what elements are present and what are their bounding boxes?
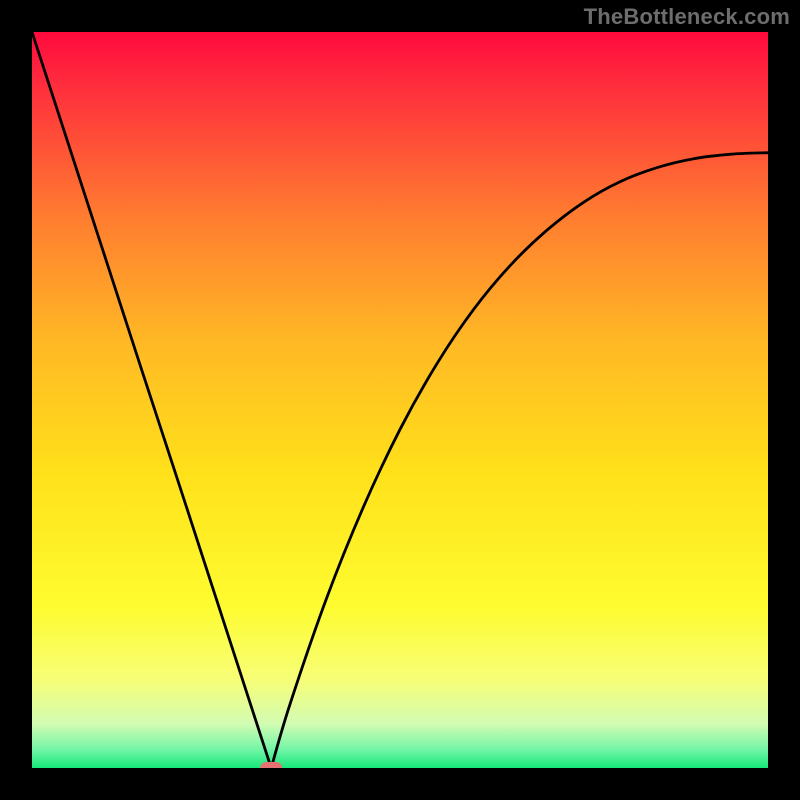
watermark-text: TheBottleneck.com — [584, 4, 790, 30]
bottleneck-chart — [32, 32, 768, 768]
chart-frame: TheBottleneck.com — [0, 0, 800, 800]
plot-background — [32, 32, 768, 768]
vertex-marker — [260, 762, 282, 768]
